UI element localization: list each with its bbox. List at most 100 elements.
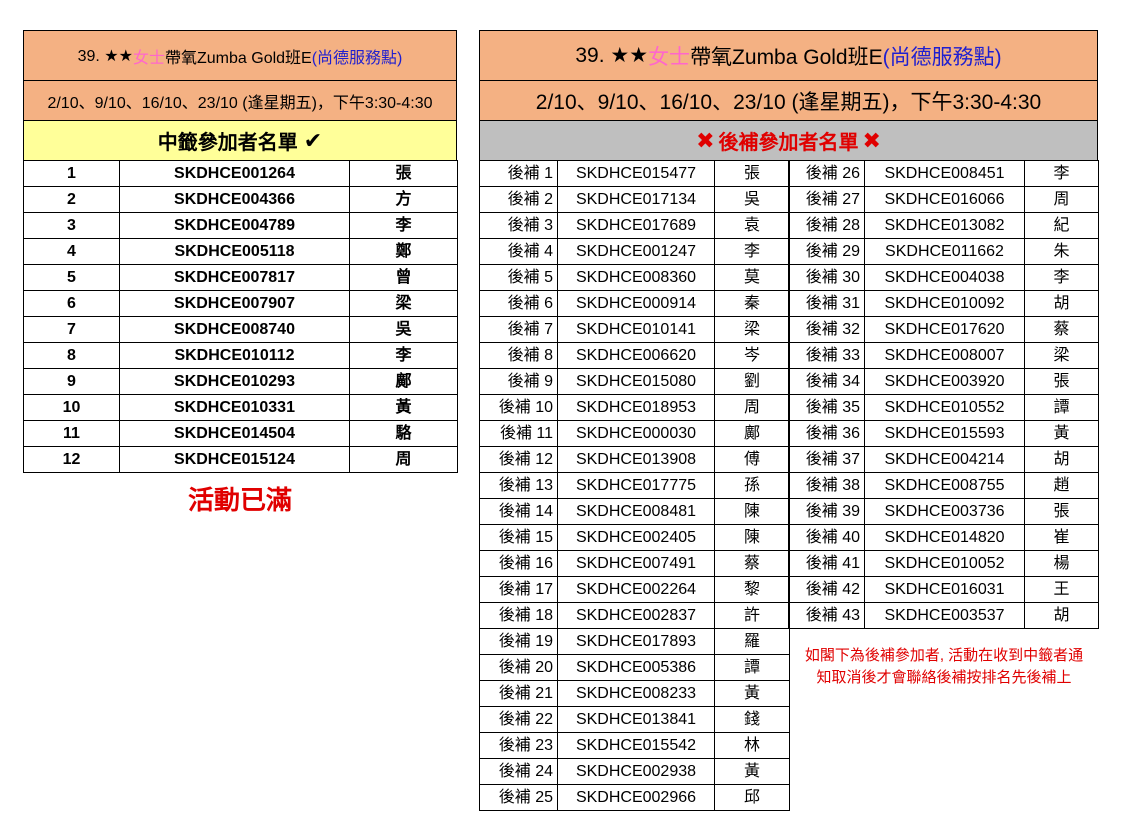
member-id: SKDHCE008755 <box>864 472 1025 499</box>
table-row: 後補 13 SKDHCE017775 孫 <box>479 472 790 499</box>
title-ladies: 女士 <box>648 45 691 69</box>
table-row: 後補 2 SKDHCE017134 吳 <box>479 186 790 213</box>
surname: 李 <box>1024 160 1099 187</box>
surname: 岑 <box>714 342 790 369</box>
row-number: 10 <box>23 394 120 421</box>
table-row: 後補 26 SKDHCE008451 李 <box>788 160 1099 187</box>
table-row: 4 SKDHCE005118 鄭 <box>23 238 458 265</box>
member-id: SKDHCE014820 <box>864 524 1025 551</box>
member-id: SKDHCE017775 <box>557 472 715 499</box>
member-id: SKDHCE017689 <box>557 212 715 239</box>
surname: 駱 <box>349 420 458 447</box>
row-number: 後補 11 <box>479 420 558 447</box>
surname: 胡 <box>1024 602 1099 629</box>
surname: 黃 <box>1024 420 1099 447</box>
surname: 楊 <box>1024 550 1099 577</box>
title-venue: (尚德服務點) <box>882 45 1002 69</box>
table-row: 12 SKDHCE015124 周 <box>23 446 458 473</box>
table-row: 後補 25 SKDHCE002966 邱 <box>479 784 790 811</box>
member-id: SKDHCE015542 <box>557 732 715 759</box>
surname: 蔡 <box>714 550 790 577</box>
row-number: 後補 31 <box>788 290 865 317</box>
surname: 趙 <box>1024 472 1099 499</box>
surname: 梁 <box>349 290 458 317</box>
surname: 孫 <box>714 472 790 499</box>
table-row: 6 SKDHCE007907 梁 <box>23 290 458 317</box>
member-id: SKDHCE007491 <box>557 550 715 577</box>
table-row: 後補 36 SKDHCE015593 黃 <box>788 420 1099 447</box>
table-row: 後補 7 SKDHCE010141 梁 <box>479 316 790 343</box>
surname: 劉 <box>714 368 790 395</box>
row-number: 後補 15 <box>479 524 558 551</box>
row-number: 後補 8 <box>479 342 558 369</box>
row-number: 後補 39 <box>788 498 865 525</box>
table-row: 2 SKDHCE004366 方 <box>23 186 458 213</box>
title-venue: (尚德服務點) <box>311 49 403 67</box>
list-heading-text: 後補參加者名單 <box>718 132 859 154</box>
member-id: SKDHCE018953 <box>557 394 715 421</box>
table-row: 後補 29 SKDHCE011662 朱 <box>788 238 1099 265</box>
member-id: SKDHCE010331 <box>119 394 350 421</box>
surname: 李 <box>349 212 458 239</box>
table-row: 後補 41 SKDHCE010052 楊 <box>788 550 1099 577</box>
row-number: 12 <box>23 446 120 473</box>
surname: 鄭 <box>349 238 458 265</box>
surname: 莫 <box>714 264 790 291</box>
member-id: SKDHCE005386 <box>557 654 715 681</box>
row-number: 後補 10 <box>479 394 558 421</box>
row-number: 後補 32 <box>788 316 865 343</box>
member-id: SKDHCE015477 <box>557 160 715 187</box>
member-id: SKDHCE000914 <box>557 290 715 317</box>
row-number: 後補 19 <box>479 628 558 655</box>
member-id: SKDHCE001247 <box>557 238 715 265</box>
table-row: 後補 12 SKDHCE013908 傅 <box>479 446 790 473</box>
member-id: SKDHCE010141 <box>557 316 715 343</box>
table-row: 5 SKDHCE007817 曾 <box>23 264 458 291</box>
row-number: 6 <box>23 290 120 317</box>
x-icon: ✖ <box>862 127 881 153</box>
row-number: 後補 33 <box>788 342 865 369</box>
table-row: 後補 33 SKDHCE008007 梁 <box>788 342 1099 369</box>
surname: 梁 <box>714 316 790 343</box>
member-id: SKDHCE010052 <box>864 550 1025 577</box>
waitlist-note: 如閣下為後補參加者, 活動在收到中籤者通 知取消後才會聯絡後補按排名先後補上 <box>792 645 1096 689</box>
member-id: SKDHCE015593 <box>864 420 1025 447</box>
row-number: 8 <box>23 342 120 369</box>
surname: 周 <box>1024 186 1099 213</box>
row-number: 後補 7 <box>479 316 558 343</box>
row-number: 後補 16 <box>479 550 558 577</box>
surname: 曾 <box>349 264 458 291</box>
row-number: 後補 22 <box>479 706 558 733</box>
row-number: 後補 20 <box>479 654 558 681</box>
surname: 袁 <box>714 212 790 239</box>
surname: 李 <box>349 342 458 369</box>
table-row: 1 SKDHCE001264 張 <box>23 160 458 187</box>
member-id: SKDHCE017134 <box>557 186 715 213</box>
row-number: 後補 41 <box>788 550 865 577</box>
member-id: SKDHCE002405 <box>557 524 715 551</box>
row-number: 後補 3 <box>479 212 558 239</box>
row-number: 後補 17 <box>479 576 558 603</box>
row-number: 後補 24 <box>479 758 558 785</box>
surname: 李 <box>714 238 790 265</box>
table-row: 7 SKDHCE008740 吳 <box>23 316 458 343</box>
surname: 方 <box>349 186 458 213</box>
right-schedule-bar: 2/10、9/10、16/10、23/10 (逢星期五)，下午3:30-4:30 <box>479 80 1098 121</box>
surname: 吳 <box>349 316 458 343</box>
table-row: 後補 6 SKDHCE000914 秦 <box>479 290 790 317</box>
surname: 錢 <box>714 706 790 733</box>
row-number: 後補 5 <box>479 264 558 291</box>
table-row: 後補 38 SKDHCE008755 趙 <box>788 472 1099 499</box>
table-row: 後補 17 SKDHCE002264 黎 <box>479 576 790 603</box>
note-line-2: 知取消後才會聯絡後補按排名先後補上 <box>816 669 1072 686</box>
member-id: SKDHCE013841 <box>557 706 715 733</box>
title-ladies: 女士 <box>132 49 165 67</box>
waitlist-table-2: 後補 26 SKDHCE008451 李後補 27 SKDHCE016066 周後補 2… <box>788 160 1099 629</box>
surname: 張 <box>1024 368 1099 395</box>
surname: 羅 <box>714 628 790 655</box>
title-main: 帶氧Zumba Gold班E <box>165 49 312 67</box>
surname: 鄺 <box>714 420 790 447</box>
surname: 黃 <box>349 394 458 421</box>
table-row: 後補 39 SKDHCE003736 張 <box>788 498 1099 525</box>
table-row: 後補 3 SKDHCE017689 袁 <box>479 212 790 239</box>
